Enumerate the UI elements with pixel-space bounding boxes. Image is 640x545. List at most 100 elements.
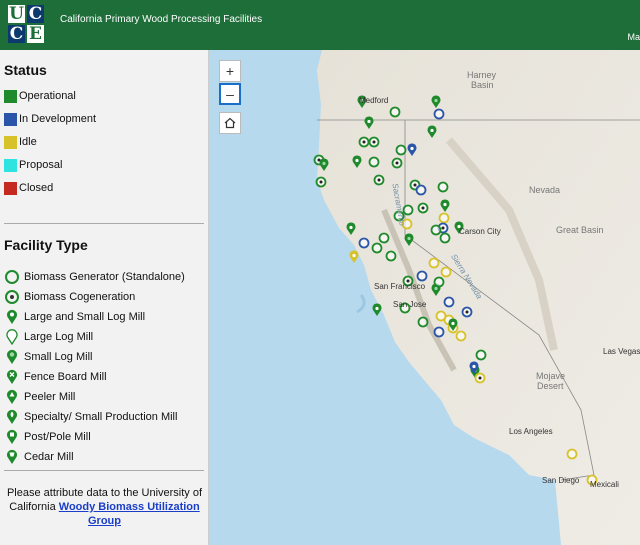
ucce-logo: U C C E	[7, 4, 45, 44]
home-icon	[224, 117, 236, 129]
facility-type-label: Post/Pole Mill	[24, 431, 91, 443]
facility-marker[interactable]	[373, 174, 385, 186]
label-los-angeles: Los Angeles	[509, 427, 553, 436]
facility-marker[interactable]	[428, 257, 440, 269]
facility-type-item: Small Log Mill	[4, 349, 92, 365]
facility-type-label: Biomass Cogeneration	[24, 291, 136, 303]
facility-marker[interactable]	[433, 108, 445, 120]
facility-marker[interactable]	[371, 242, 383, 254]
label-basin: Basin	[471, 80, 494, 90]
facility-marker[interactable]	[439, 232, 451, 244]
pin-leaf-icon	[6, 409, 17, 424]
facility-type-label: Specialty/ Small Production Mill	[24, 411, 178, 423]
status-label: Proposal	[19, 159, 63, 171]
facility-marker[interactable]	[402, 204, 414, 216]
label-medford: Medford	[359, 96, 389, 105]
label-harney: Harney	[467, 70, 497, 80]
pin-icon	[6, 309, 17, 324]
facility-type-label: Large Log Mill	[24, 331, 94, 343]
label-san-francisco: San Francisco	[374, 282, 426, 291]
legend-divider	[4, 470, 204, 471]
app-header: U C C E California Primary Wood Processi…	[0, 0, 640, 50]
facility-type-heading: Facility Type	[4, 237, 88, 253]
label-great-basin: Great Basin	[556, 225, 604, 235]
label-desert: Desert	[537, 381, 564, 391]
facility-marker[interactable]	[358, 237, 370, 249]
facility-marker[interactable]	[566, 448, 578, 460]
facility-type-item: Post/Pole Mill	[4, 429, 91, 445]
facility-marker[interactable]	[417, 316, 429, 328]
facility-type-label: Cedar Mill	[24, 451, 74, 463]
facility-marker[interactable]	[417, 202, 429, 214]
facility-marker[interactable]	[461, 306, 473, 318]
basemap	[313, 50, 640, 545]
facility-marker[interactable]	[389, 106, 401, 118]
status-label: Operational	[19, 90, 76, 102]
legend-sidebar: Status Operational In Development Idle P…	[0, 50, 209, 545]
facility-type-item: Cedar Mill	[4, 449, 74, 465]
status-item-proposal: Proposal	[4, 158, 62, 172]
facility-type-item: Biomass Cogeneration	[4, 289, 135, 305]
status-item-closed: Closed	[4, 181, 53, 195]
facility-marker[interactable]	[415, 184, 427, 196]
facility-type-item: Large and Small Log Mill	[4, 309, 145, 325]
sf-bay	[356, 294, 366, 314]
label-nevada: Nevada	[529, 185, 561, 195]
status-item-operational: Operational	[4, 89, 76, 103]
status-item-in-development: In Development	[4, 112, 96, 126]
facility-marker[interactable]	[438, 212, 450, 224]
page-title: California Primary Wood Processing Facil…	[60, 14, 263, 25]
facility-type-label: Biomass Generator (Standalone)	[24, 271, 185, 283]
facility-marker[interactable]	[368, 156, 380, 168]
pin-x-icon	[6, 369, 17, 384]
facility-marker[interactable]	[372, 303, 382, 316]
label-carson-city: Carson City	[459, 227, 501, 236]
label-san-diego: San Diego	[542, 476, 580, 485]
logo-letter: E	[26, 24, 45, 44]
status-heading: Status	[4, 62, 47, 78]
facility-marker[interactable]	[358, 136, 370, 148]
map-view[interactable]: + – Medford Harney Basin Nevada Carson C…	[209, 50, 640, 545]
facility-marker[interactable]	[474, 372, 486, 384]
facility-marker[interactable]	[315, 176, 327, 188]
home-button[interactable]	[219, 112, 241, 134]
facility-marker[interactable]	[395, 144, 407, 156]
facility-type-label: Large and Small Log Mill	[24, 311, 146, 323]
status-item-idle: Idle	[4, 135, 37, 149]
facility-marker[interactable]	[349, 250, 359, 263]
proposal-swatch	[4, 158, 17, 172]
facility-marker[interactable]	[455, 330, 467, 342]
facility-marker[interactable]	[433, 276, 445, 288]
zoom-in-button[interactable]: +	[219, 60, 241, 82]
facility-marker[interactable]	[416, 270, 428, 282]
status-label: Closed	[19, 182, 54, 194]
facility-marker[interactable]	[430, 224, 442, 236]
label-san-jose: San Jose	[393, 300, 427, 309]
facility-marker[interactable]	[475, 349, 487, 361]
ring-icon	[5, 270, 19, 284]
facility-marker[interactable]	[433, 326, 445, 338]
facility-marker[interactable]	[443, 296, 455, 308]
facility-type-item: Peeler Mill	[4, 389, 75, 405]
attribution-link[interactable]: Woody Biomass Utilization Group	[59, 501, 200, 527]
facility-marker[interactable]	[440, 266, 452, 278]
facility-marker[interactable]	[368, 136, 380, 148]
attribution: Please attribute data to the University …	[0, 486, 209, 528]
zoom-out-button[interactable]: –	[219, 83, 241, 105]
map-nav-link[interactable]: Ma	[627, 32, 640, 42]
facility-marker[interactable]	[391, 157, 403, 169]
facility-type-item: Large Log Mill	[4, 329, 93, 345]
idle-swatch	[4, 135, 17, 149]
pin-triangle-icon	[6, 389, 17, 404]
label-mexicali: Mexicali	[590, 480, 619, 489]
facility-marker[interactable]	[378, 232, 390, 244]
logo-letter: U	[7, 4, 26, 24]
logo-letter: C	[26, 4, 45, 24]
pin-square-icon	[6, 429, 17, 444]
pin-dot-icon	[6, 349, 17, 364]
facility-type-label: Small Log Mill	[24, 351, 93, 363]
facility-type-label: Fence Board Mill	[24, 371, 107, 383]
facility-marker[interactable]	[385, 250, 397, 262]
facility-type-label: Peeler Mill	[24, 391, 76, 403]
facility-marker[interactable]	[437, 181, 449, 193]
